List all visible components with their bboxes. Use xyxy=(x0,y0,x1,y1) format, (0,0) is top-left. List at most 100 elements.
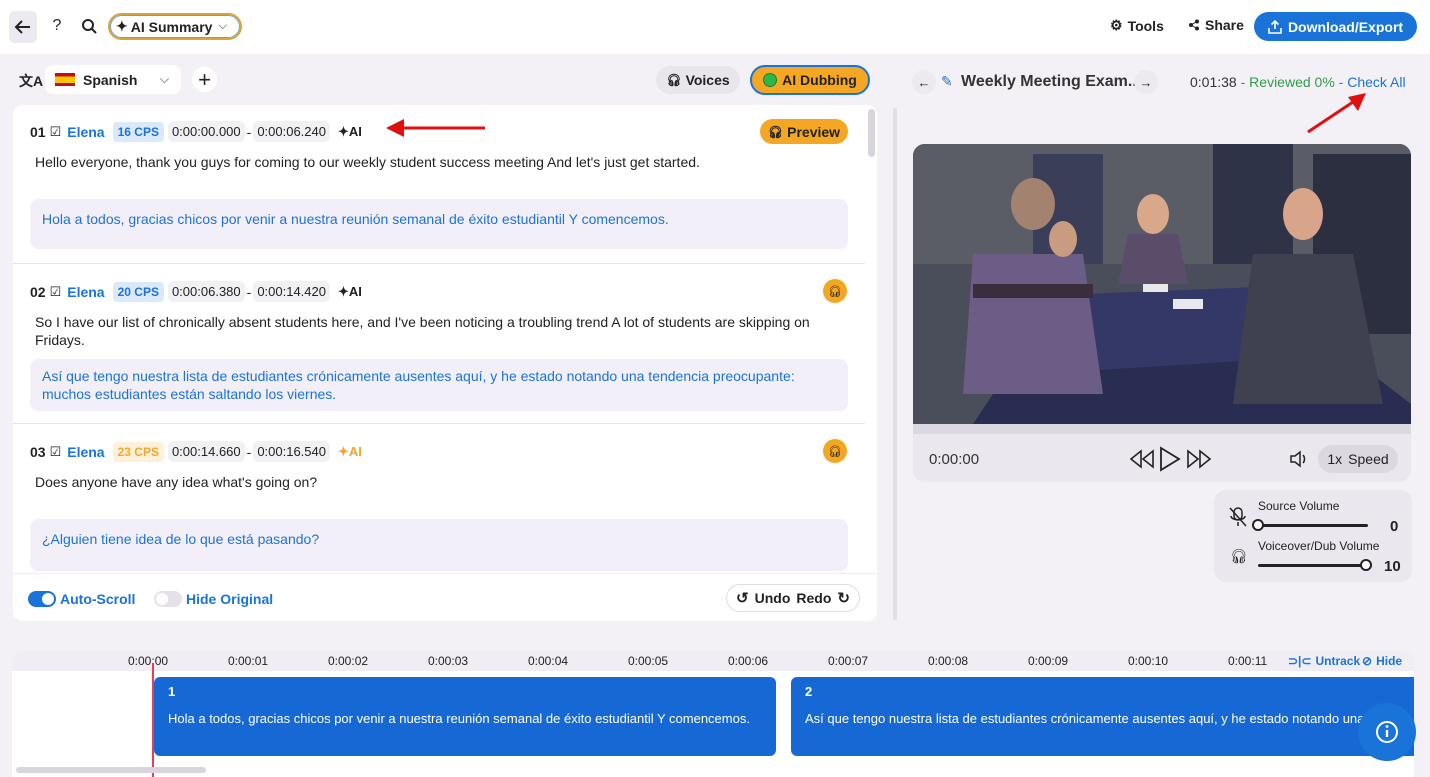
chevron-down-icon: ⌵ xyxy=(218,20,227,32)
ai-tag-label: AI xyxy=(348,443,362,459)
cps-badge: 23 CPS xyxy=(112,441,164,462)
auto-scroll-label[interactable]: Auto-Scroll xyxy=(60,591,135,607)
add-language-button[interactable]: + xyxy=(192,67,217,92)
eye-off-icon: ⊘ xyxy=(1362,654,1373,668)
end-time[interactable]: 0:00:16.540 xyxy=(253,441,330,462)
undo-button[interactable]: Undo xyxy=(755,590,791,606)
check-icon: ☑ xyxy=(49,443,62,459)
speaker-name[interactable]: Elena xyxy=(67,284,104,300)
ai-tag-label: AI xyxy=(348,283,362,299)
clip-number: 1 xyxy=(168,684,176,699)
edit-icon[interactable]: ✎ xyxy=(941,73,953,90)
back-button[interactable] xyxy=(9,11,37,43)
ai-summary-label: AI Summary xyxy=(130,18,213,35)
fast-forward-button[interactable] xyxy=(1186,449,1212,474)
ai-summary-button[interactable]: ✦ AI Summary ⌵ xyxy=(108,13,242,40)
source-volume-value: 0 xyxy=(1390,518,1399,535)
timeline-playhead[interactable] xyxy=(152,663,154,777)
segments-card: 01 ☑ Elena 16 CPS 0:00:00.000 - 0:00:06.… xyxy=(13,105,877,621)
next-video-button[interactable]: → xyxy=(1134,70,1158,94)
cps-badge: 16 CPS xyxy=(112,121,164,142)
headphones-icon: 🎧︎ xyxy=(767,124,784,139)
undo-icon[interactable]: ↺ xyxy=(736,589,749,607)
hide-original-toggle[interactable] xyxy=(154,591,182,607)
info-button[interactable] xyxy=(1358,703,1416,761)
auto-scroll-toggle[interactable] xyxy=(28,591,56,607)
segments-scrollbar[interactable] xyxy=(868,109,875,157)
redo-button[interactable]: Redo xyxy=(796,590,831,606)
preview-label: Preview xyxy=(787,123,841,140)
dub-volume-slider[interactable] xyxy=(1258,564,1368,567)
video-player[interactable] xyxy=(913,144,1411,424)
voices-button[interactable]: 🎧︎ Voices xyxy=(656,66,740,94)
panel-resize-handle[interactable] xyxy=(893,108,897,620)
mic-off-icon xyxy=(1228,506,1248,533)
preview-button[interactable]: 🎧︎ Preview xyxy=(760,119,848,144)
ai-rewrite-button[interactable]: ✦AI xyxy=(338,444,362,460)
ai-rewrite-button[interactable]: ✦AI xyxy=(338,124,362,140)
play-icon xyxy=(1160,446,1181,472)
speaker-name[interactable]: Elena xyxy=(67,124,104,140)
translation-text[interactable]: Así que tengo nuestra lista de estudiant… xyxy=(30,359,848,411)
segment-row[interactable]: 03 ☑ Elena 23 CPS 0:00:14.660 - 0:00:16.… xyxy=(13,425,865,573)
source-volume-slider[interactable] xyxy=(1258,524,1368,527)
redo-icon[interactable]: ↻ xyxy=(837,589,850,607)
top-toolbar: ? ✦ AI Summary ⌵ ⚙ Tools Share Download/… xyxy=(0,0,1430,54)
timeline-tick: 0:00:01 xyxy=(228,654,269,668)
preview-audio-button[interactable]: 🎧︎ xyxy=(823,439,847,463)
check-icon: ☑ xyxy=(49,123,62,139)
timeline-tick: 0:00:09 xyxy=(1028,654,1069,668)
headphones-icon: 🎧︎ xyxy=(828,285,842,298)
share-button[interactable]: Share xyxy=(1188,17,1244,33)
hide-original-label[interactable]: Hide Original xyxy=(186,591,273,607)
previous-video-button[interactable]: ← xyxy=(912,70,936,94)
spain-flag-icon xyxy=(55,73,75,86)
download-export-button[interactable]: Download/Export xyxy=(1254,12,1417,41)
preview-audio-button[interactable]: 🎧︎ xyxy=(823,279,847,303)
mute-button[interactable] xyxy=(1289,450,1309,473)
timeline-tick: 0:00:08 xyxy=(928,654,969,668)
start-time[interactable]: 0:00:14.660 xyxy=(167,441,245,462)
rewind-icon xyxy=(1129,449,1154,469)
help-button[interactable]: ? xyxy=(48,16,66,36)
speaker-name[interactable]: Elena xyxy=(67,444,104,460)
plus-icon: + xyxy=(198,66,211,92)
check-all-link[interactable]: Check All xyxy=(1347,74,1405,90)
timeline-clip[interactable]: 1 Hola a todos, gracias chicos por venir… xyxy=(154,677,776,756)
tools-button[interactable]: ⚙ Tools xyxy=(1110,17,1164,34)
timeline-scrollbar[interactable] xyxy=(16,767,206,773)
time-separator: - xyxy=(246,283,252,300)
end-time[interactable]: 0:00:14.420 xyxy=(253,281,330,302)
segment-row[interactable]: 02 ☑ Elena 20 CPS 0:00:06.380 - 0:00:14.… xyxy=(13,265,865,423)
source-volume-knob[interactable] xyxy=(1252,519,1264,531)
ai-rewrite-button[interactable]: ✦AI xyxy=(338,284,362,300)
info-icon xyxy=(1376,721,1398,743)
language-select[interactable]: Spanish ⌵ xyxy=(45,65,181,94)
start-time[interactable]: 0:00:00.000 xyxy=(167,121,245,142)
upload-icon xyxy=(1268,19,1282,34)
play-button[interactable] xyxy=(1158,446,1182,477)
original-text[interactable]: So I have our list of chronically absent… xyxy=(35,313,845,349)
end-time[interactable]: 0:00:06.240 xyxy=(253,121,330,142)
original-text[interactable]: Does anyone have any idea what's going o… xyxy=(35,473,845,491)
original-text[interactable]: Hello everyone, thank you guys for comin… xyxy=(35,153,845,171)
untrack-button[interactable]: ⊃|⊂ Untrack xyxy=(1284,654,1361,668)
voices-label: Voices xyxy=(685,72,730,88)
rewind-button[interactable] xyxy=(1129,449,1155,474)
arrow-right-icon: → xyxy=(1139,74,1153,90)
chevron-down-icon: ⌵ xyxy=(159,72,169,86)
timeline[interactable]: 0:00:00 0:00:01 0:00:02 0:00:03 0:00:04 0:00:… xyxy=(12,651,1414,777)
translation-text[interactable]: ¿Alguien tiene idea de lo que está pasan… xyxy=(30,519,848,571)
hide-timeline-button[interactable]: ⊘ Hide xyxy=(1362,654,1402,668)
ai-dubbing-button[interactable]: AI Dubbing xyxy=(750,65,870,95)
start-time[interactable]: 0:00:06.380 xyxy=(167,281,245,302)
seek-bar[interactable] xyxy=(913,424,1411,434)
translation-text[interactable]: Hola a todos, gracias chicos por venir a… xyxy=(30,199,848,249)
search-button[interactable] xyxy=(80,17,98,35)
timeline-ruler[interactable]: 0:00:00 0:00:01 0:00:02 0:00:03 0:00:04 0:00:… xyxy=(12,651,1414,671)
undo-redo-group: ↺ Undo Redo ↻ xyxy=(726,584,860,612)
untrack-label: Untrack xyxy=(1315,654,1361,668)
timeline-clip[interactable]: 2 Así que tengo nuestra lista de estudia… xyxy=(791,677,1414,756)
speed-button[interactable]: 1x Speed xyxy=(1318,445,1398,473)
dub-volume-knob[interactable] xyxy=(1360,559,1372,571)
